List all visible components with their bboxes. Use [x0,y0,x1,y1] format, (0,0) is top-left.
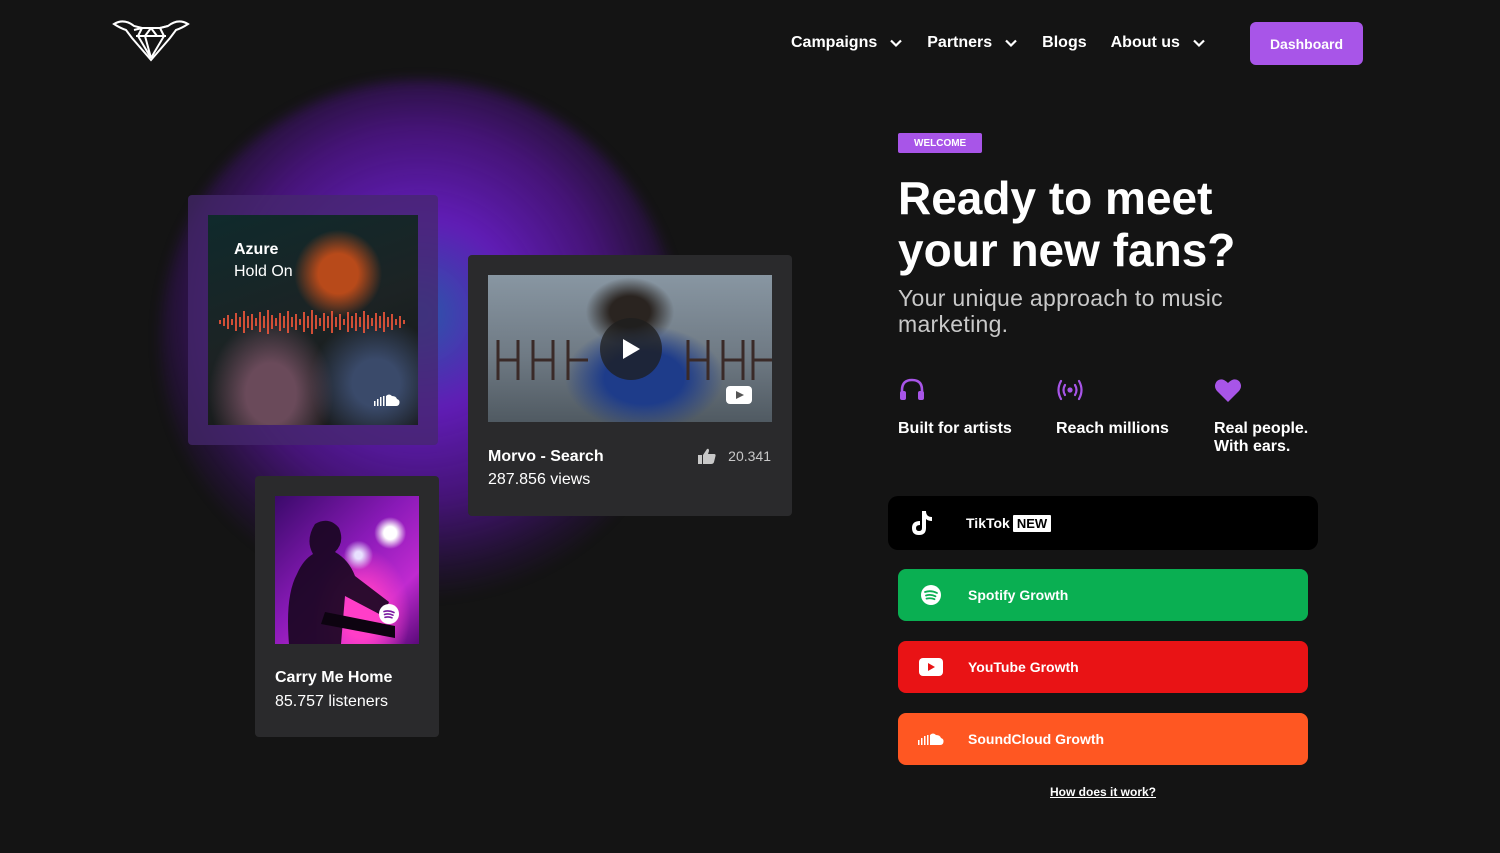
how-does-it-work-link[interactable]: How does it work? [1050,785,1156,799]
track-title: Carry Me Home [275,669,393,686]
spotify-track-card[interactable]: Carry Me Home 85.757 listeners [255,476,439,737]
nav-about-label: About us [1110,34,1180,51]
youtube-growth-button[interactable]: YouTube Growth [898,641,1308,693]
nav-campaigns-label: Campaigns [791,34,878,51]
heart-icon [1215,379,1241,402]
soundcloud-icon [374,394,400,406]
tiktok-label: TikTok [966,515,1010,531]
spotify-growth-label: Spotify Growth [968,587,1069,603]
play-icon [623,339,640,359]
feature-reach-millions: Reach millions [1056,376,1176,438]
track-artwork: Azure Hold On [208,215,418,425]
youtube-video-card[interactable]: Morvo - Search 287.856 views 20.341 [468,255,792,516]
feature-label: Built for artists [898,420,1012,437]
chevron-down-icon [890,39,903,48]
broadcast-icon [1057,379,1083,401]
play-button[interactable] [600,318,662,380]
hero-subtitle: Your unique approach to music marketing. [898,285,1223,337]
dashboard-button[interactable]: Dashboard [1250,22,1363,65]
video-views: 287.856 views [488,471,591,488]
feature-label: Real people. With ears. [1214,420,1309,455]
track-listeners: 85.757 listeners [275,693,388,710]
spotify-icon [379,604,399,624]
soundcloud-growth-label: SoundCloud Growth [968,731,1105,747]
feature-label: Reach millions [1056,420,1169,437]
track-artwork [275,496,419,644]
waveform [219,310,405,334]
spotify-growth-button[interactable]: Spotify Growth [898,569,1308,621]
chevron-down-icon [1193,39,1205,48]
nav-partners[interactable]: Partners [927,34,1018,52]
youtube-icon [916,658,946,676]
new-badge: NEW [1012,514,1052,532]
nav-blogs[interactable]: Blogs [1042,34,1086,52]
tiktok-icon [906,509,936,537]
nav-partners-label: Partners [927,34,993,51]
video-thumbnail[interactable] [488,275,772,422]
likes-count: 20.341 [698,448,771,464]
spotify-icon [916,584,946,606]
nav-about-us[interactable]: About us [1111,34,1206,52]
chevron-down-icon [1005,39,1017,48]
feature-built-for-artists: Built for artists [898,376,1018,438]
video-title: Morvo - Search [488,448,604,465]
thumbs-up-icon [698,448,716,464]
youtube-icon [726,386,752,404]
logo[interactable] [112,18,190,64]
hero-title: Ready to meet your new fans? [898,172,1236,276]
performer-silhouette [288,520,395,644]
soundcloud-track-card[interactable]: Azure Hold On [188,195,438,445]
headphones-icon [900,378,924,400]
likes-value: 20.341 [728,448,771,464]
welcome-badge: WELCOME [898,133,983,153]
main-nav: Campaigns Partners Blogs About us [791,22,1230,64]
nav-blogs-label: Blogs [1042,34,1087,51]
feature-real-people: Real people. With ears. [1214,376,1334,456]
track-subtitle: Hold On [234,263,293,280]
tiktok-button[interactable]: TikTok NEW [888,496,1318,550]
nav-campaigns[interactable]: Campaigns [791,34,903,52]
soundcloud-icon [916,732,946,746]
soundcloud-growth-button[interactable]: SoundCloud Growth [898,713,1308,765]
track-title: Azure [234,241,279,258]
youtube-growth-label: YouTube Growth [968,659,1079,675]
